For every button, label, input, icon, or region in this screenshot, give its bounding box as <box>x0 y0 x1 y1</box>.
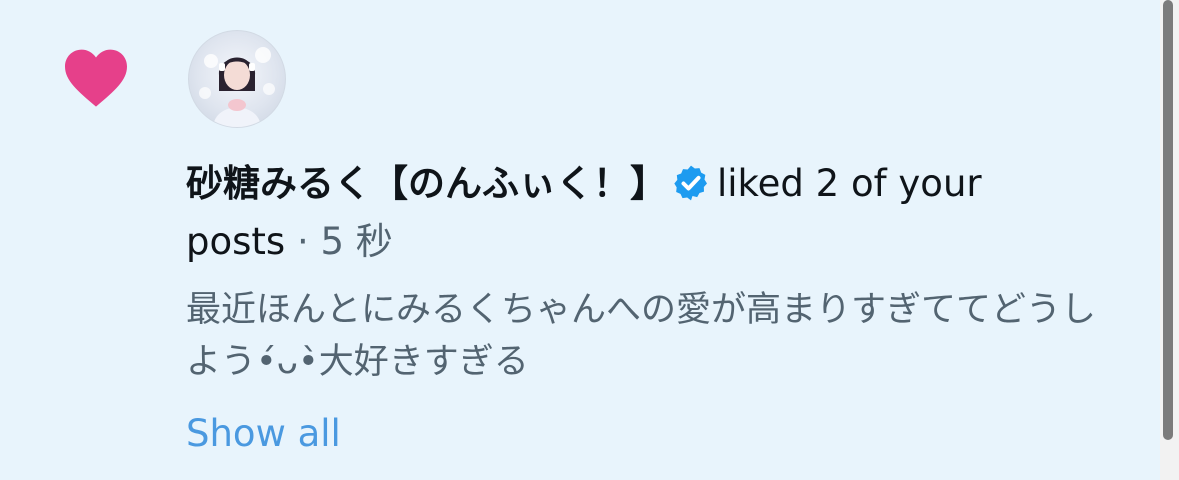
avatar-image <box>199 47 275 127</box>
notification-header: 砂糖みるく【のんふぃく！】 liked 2 of your <box>186 158 1116 210</box>
verified-badge-icon <box>674 165 707 201</box>
scrollbar-thumb[interactable] <box>1163 0 1173 440</box>
user-name[interactable]: 砂糖みるく【のんふぃく！】 <box>186 162 667 205</box>
like-notification[interactable]: 砂糖みるく【のんふぃく！】 liked 2 of your posts · 5 … <box>0 0 1160 480</box>
user-avatar[interactable] <box>188 30 286 128</box>
scrollbar[interactable] <box>1160 0 1179 480</box>
action-text: liked 2 of your <box>717 162 982 205</box>
notification-content: 砂糖みるく【のんふぃく！】 liked 2 of your posts · 5 … <box>186 158 1116 455</box>
show-all-link[interactable]: Show all <box>186 412 341 455</box>
separator: · <box>296 220 309 263</box>
heart-icon <box>65 49 127 107</box>
post-text[interactable]: 最近ほんとにみるくちゃんへの愛が高まりすぎててどうしよう•́ᴗ•̀大好きすぎる <box>186 284 1116 388</box>
action-text-cont: posts <box>186 220 286 263</box>
timestamp: 5 秒 <box>320 220 393 263</box>
notification-subline: posts · 5 秒 <box>186 216 1116 268</box>
